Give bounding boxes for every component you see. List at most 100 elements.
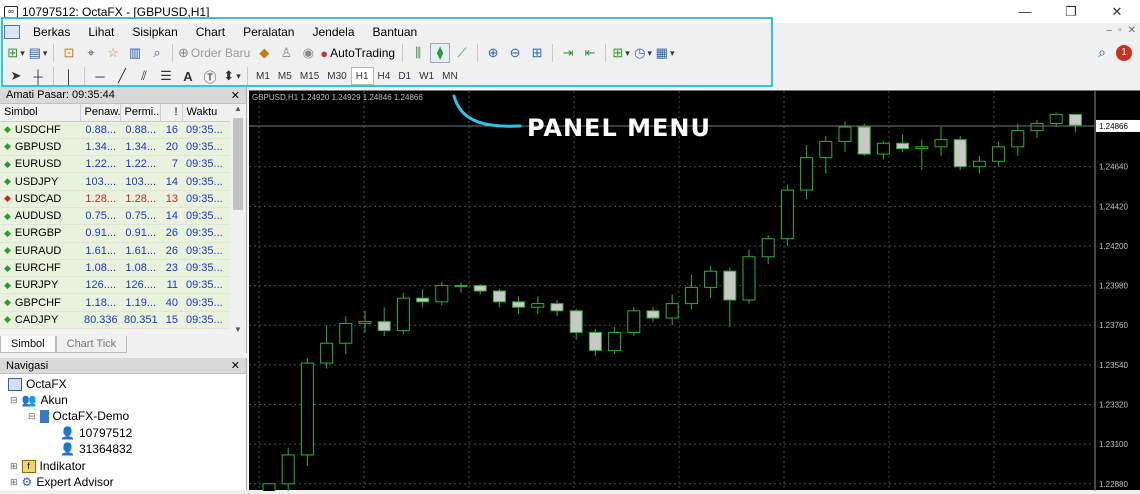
close-button[interactable]: ✕: [1094, 0, 1140, 23]
tab-chart-tick[interactable]: Chart Tick: [55, 336, 128, 353]
table-row[interactable]: ◆ CADJPY 80.336 80.351 15 09:35...: [0, 311, 230, 330]
column-header-time[interactable]: Waktu: [182, 104, 231, 122]
notification-badge[interactable]: 1: [1116, 44, 1132, 61]
mdi-close-icon[interactable]: ✕: [1128, 25, 1136, 36]
indicators-button[interactable]: ⊞: [611, 43, 631, 63]
table-row[interactable]: ◆ USDCAD 1.28... 1.28... 13 09:35...: [0, 190, 230, 208]
column-header-symbol[interactable]: Simbol: [0, 104, 81, 122]
tree-item-broker[interactable]: OctaFX: [8, 376, 67, 392]
crosshair-button[interactable]: ┼: [28, 66, 48, 86]
new-chart-button[interactable]: ⊞: [6, 43, 26, 63]
data-window-button[interactable]: ⌖: [81, 43, 101, 63]
equidistant-channel-button[interactable]: ⫽: [134, 66, 154, 86]
collapse-icon[interactable]: ⊟: [10, 395, 18, 406]
timeframe-mn[interactable]: MN: [438, 67, 462, 85]
timeframe-h1[interactable]: H1: [350, 67, 374, 85]
current-price-label: 1.24866: [1099, 122, 1128, 131]
menu-bantuan[interactable]: Bantuan: [364, 25, 427, 39]
zoom-in-button[interactable]: ⊕: [483, 43, 503, 63]
text-button[interactable]: A: [178, 66, 198, 86]
table-row[interactable]: ◆ EURUSD 1.22... 1.22... 7 09:35...: [0, 155, 230, 174]
metaeditor-button[interactable]: ◆: [254, 43, 274, 63]
tree-item-indicators[interactable]: ⊞ f Indikator: [10, 458, 86, 474]
arrows-button[interactable]: ⬍: [222, 66, 242, 86]
market-watch-close-icon[interactable]: ✕: [231, 89, 240, 102]
horizontal-line-button[interactable]: ─: [90, 66, 110, 86]
templates-button[interactable]: ▦: [655, 43, 675, 63]
table-row[interactable]: ◆ GBPCHF 1.18... 1.19... 40 09:35...: [0, 293, 230, 312]
market-watch-button[interactable]: ⊡: [59, 43, 79, 63]
tab-simbol[interactable]: Simbol: [0, 336, 56, 353]
auto-scroll-button[interactable]: ⇥: [558, 43, 578, 63]
cell-spread: 15: [160, 311, 182, 330]
menu-jendela[interactable]: Jendela: [303, 25, 363, 39]
timeframe-m15[interactable]: M15: [296, 67, 323, 85]
table-row[interactable]: ◆ USDJPY 103.... 103.... 14 09:35...: [0, 172, 230, 191]
profiles-button[interactable]: ▤: [28, 43, 48, 63]
chart-shift-button[interactable]: ⇤: [580, 43, 600, 63]
table-row[interactable]: ◆ EURJPY 126.... 126.... 11 09:35...: [0, 276, 230, 295]
tile-windows-button[interactable]: ⊞: [527, 43, 547, 63]
y-tick-label: 1.24420: [1099, 202, 1128, 211]
zoom-out-button[interactable]: ⊖: [505, 43, 525, 63]
timeframe-m30[interactable]: M30: [323, 67, 350, 85]
column-header-spread[interactable]: !: [160, 104, 183, 122]
timeframe-w1[interactable]: W1: [415, 67, 438, 85]
expand-icon[interactable]: ⊞: [10, 461, 18, 472]
column-header-bid[interactable]: Penaw...: [80, 104, 121, 122]
menu-berkas[interactable]: Berkas: [24, 25, 79, 39]
table-row[interactable]: ◆ EURGBP 0.91... 0.91... 26 09:35...: [0, 224, 230, 243]
expand-icon[interactable]: ⊞: [10, 477, 18, 488]
restore-button[interactable]: ❐: [1048, 0, 1094, 23]
collapse-icon[interactable]: ⊟: [28, 411, 36, 422]
text-label-button[interactable]: Ⓣ: [200, 66, 220, 86]
timeframe-h4[interactable]: H4: [374, 67, 395, 85]
cursor-button[interactable]: ➤: [6, 66, 26, 86]
menu-chart[interactable]: Chart: [187, 25, 234, 39]
bar-chart-button[interactable]: ⫼: [408, 43, 428, 63]
candlestick-chart[interactable]: 1.24640 1.24420 1.24200 1.23980 1.23760 1.235…: [249, 91, 1140, 494]
table-row[interactable]: ◆ EURAUD 1.61... 1.61... 26 09:35...: [0, 242, 230, 260]
menu-sisipkan[interactable]: Sisipkan: [123, 25, 186, 39]
tree-item-account[interactable]: 👤 10797512: [60, 425, 132, 441]
mdi-minimize-icon[interactable]: –: [1107, 25, 1113, 36]
scroll-thumb[interactable]: [233, 118, 243, 210]
candle-bullish: [800, 157, 814, 191]
autotrading-button[interactable]: ● AutoTrading: [320, 43, 397, 63]
terminal-button[interactable]: ▥: [125, 43, 145, 63]
line-chart-button[interactable]: ⟋: [452, 43, 472, 63]
table-row[interactable]: ◆ USDCHF 0.88... 0.88... 16 09:35...: [0, 121, 230, 139]
search-icon[interactable]: ⌕: [1098, 44, 1106, 61]
mdi-restore-icon[interactable]: ▫: [1118, 25, 1122, 36]
table-row[interactable]: ◆ AUDUSD 0.75... 0.75... 14 09:35...: [0, 207, 230, 226]
navigator-button[interactable]: ☆: [103, 43, 123, 63]
timeframe-m5[interactable]: M5: [274, 67, 296, 85]
periods-button[interactable]: ◷: [633, 43, 653, 63]
chart-window-icon[interactable]: [4, 25, 20, 39]
trendline-button[interactable]: ╱: [112, 66, 132, 86]
table-row[interactable]: ◆ GBPUSD 1.34... 1.34... 20 09:35...: [0, 138, 230, 157]
signals-button[interactable]: ♙: [276, 43, 296, 63]
tree-item-server[interactable]: ⊟ OctaFX-Demo: [28, 408, 129, 424]
navigator-close-icon[interactable]: ✕: [231, 359, 240, 372]
candlestick-button[interactable]: ⧫: [430, 43, 451, 63]
market-watch-scrollbar[interactable]: ▲ ▼: [230, 104, 246, 335]
tree-label: OctaFX-Demo: [52, 409, 130, 423]
tree-item-account[interactable]: 👤 31364832: [60, 441, 132, 457]
chart-window[interactable]: 1.24640 1.24420 1.24200 1.23980 1.23760 1.235…: [249, 90, 1140, 494]
tree-item-accounts[interactable]: ⊟ 👥 Akun: [10, 392, 68, 408]
vertical-line-button[interactable]: │: [59, 66, 79, 86]
column-header-ask[interactable]: Permi...: [120, 104, 161, 122]
candle-bullish: [608, 331, 622, 351]
table-row[interactable]: ◆ EURCHF 1.08... 1.08... 23 09:35...: [0, 259, 230, 278]
market-button[interactable]: ◉: [298, 43, 318, 63]
minimize-button[interactable]: —: [1002, 0, 1048, 23]
timeframe-d1[interactable]: D1: [394, 67, 415, 85]
strategy-tester-button[interactable]: ⌕: [147, 43, 167, 63]
fibonacci-button[interactable]: ☰: [156, 66, 176, 86]
tree-item-expert-advisor[interactable]: ⊞ ⚙ Expert Advisor: [10, 474, 114, 490]
order-baru-button[interactable]: ⊕ Order Baru: [178, 43, 252, 63]
menu-lihat[interactable]: Lihat: [79, 25, 123, 39]
menu-peralatan[interactable]: Peralatan: [234, 25, 303, 39]
timeframe-m1[interactable]: M1: [252, 67, 274, 85]
